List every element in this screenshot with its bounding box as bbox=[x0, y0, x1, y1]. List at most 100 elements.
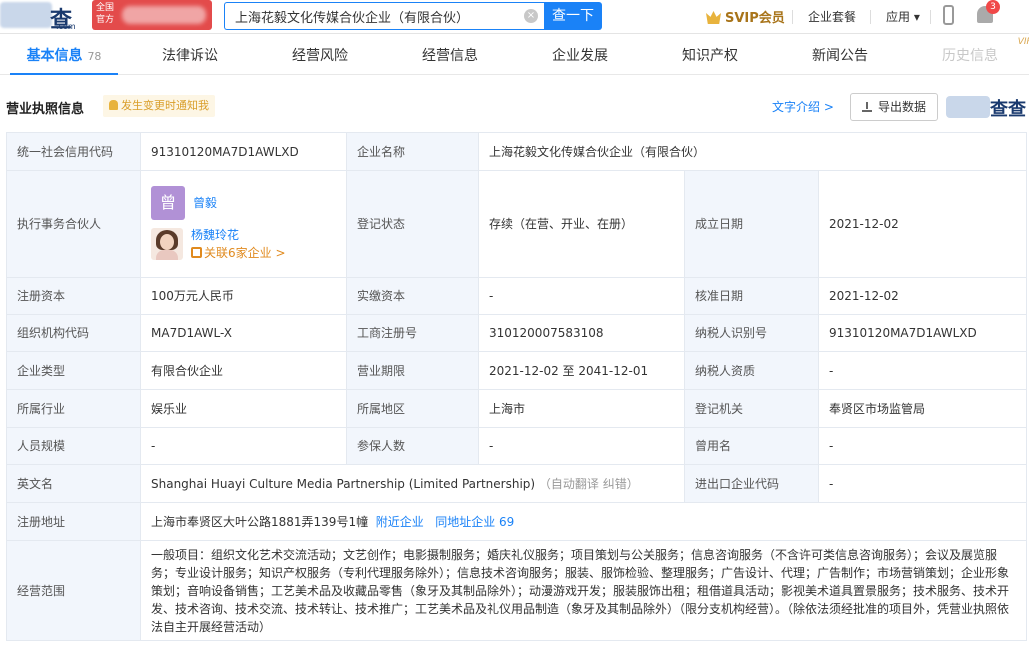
value-paid-capital: - bbox=[478, 277, 685, 315]
export-button[interactable]: 导出数据 bbox=[850, 93, 938, 121]
search-box[interactable]: × bbox=[224, 2, 544, 30]
partner-2[interactable]: 杨魏玲花 关联6家企业 > bbox=[151, 224, 336, 264]
english-name-cell: Shanghai Huayi Culture Media Partnership… bbox=[140, 464, 685, 503]
value-authority: 奉贤区市场监管局 bbox=[817, 389, 1028, 428]
tab-label: 基本信息 bbox=[26, 48, 83, 64]
value-capital: 100万元人民币 bbox=[140, 277, 347, 315]
phone-icon[interactable] bbox=[943, 5, 954, 25]
watermark: 查查 bbox=[946, 92, 1026, 122]
crown-icon bbox=[706, 11, 721, 24]
value-staff: - bbox=[140, 427, 347, 465]
search-button[interactable]: 查一下 bbox=[544, 2, 602, 30]
tab-basic-info[interactable]: 基本信息 78 bbox=[10, 35, 118, 75]
nav-enterprise-package[interactable]: 企业套餐 bbox=[808, 8, 856, 25]
value-tax-quali: - bbox=[817, 351, 1028, 390]
section-title: 营业执照信息 bbox=[6, 102, 85, 117]
nav-apps[interactable]: 应用 ▾ bbox=[886, 8, 920, 25]
table-row: 执行事务合伙人 曾 曾毅 杨魏玲花 关联6家企业 > 登记状态 存续（在营、开业… bbox=[6, 170, 1028, 278]
same-address-link[interactable]: 同地址企业 69 bbox=[435, 515, 514, 529]
table-row: 注册资本 100万元人民币 实缴资本 - 核准日期 2021-12-02 bbox=[6, 277, 1028, 315]
label-staff: 人员规模 bbox=[6, 427, 141, 465]
tab-history[interactable]: 历史信息 VIP bbox=[920, 35, 1029, 75]
value-former-name: - bbox=[817, 427, 1028, 465]
blurred-badge-content bbox=[122, 6, 206, 24]
table-row: 企业类型 有限合伙企业 营业期限 2021-12-02 至 2041-12-01… bbox=[6, 351, 1028, 390]
value-company-name: 上海花毅文化传媒合伙企业（有限合伙） bbox=[477, 132, 1028, 171]
label-company-name: 企业名称 bbox=[346, 132, 479, 171]
official-badge[interactable]: 全国 官方 bbox=[92, 0, 212, 30]
vip-tag: VIP bbox=[1017, 37, 1029, 47]
table-row: 组织机构代码 MA7D1AWL-X 工商注册号 310120007583108 … bbox=[6, 314, 1028, 352]
value-ie-code: - bbox=[817, 464, 1028, 503]
value-credit-code: 91310120MA7D1AWLXD bbox=[140, 132, 347, 171]
divider bbox=[792, 10, 793, 24]
logo[interactable]: 查查 .com bbox=[0, 0, 92, 65]
tab-count: 78 bbox=[87, 50, 102, 63]
table-row: 英文名 Shanghai Huayi Culture Media Partner… bbox=[6, 464, 1028, 503]
label-former-name: 曾用名 bbox=[684, 427, 819, 465]
text-intro-link[interactable]: 文字介绍 > bbox=[772, 98, 834, 115]
label-type: 企业类型 bbox=[6, 351, 141, 390]
partner-1[interactable]: 曾 曾毅 bbox=[151, 184, 336, 222]
tab-bar: 基本信息 78 法律诉讼 经营风险 经营信息 企业发展 知识产权 新闻公告 历史… bbox=[0, 35, 1029, 75]
label-industry: 所属行业 bbox=[6, 389, 141, 428]
tab-label: 历史信息 bbox=[942, 48, 998, 64]
address-cell: 上海市奉贤区大叶公路1881弄139号1幢 附近企业 同地址企业 69 bbox=[139, 502, 1028, 541]
label-partner: 执行事务合伙人 bbox=[6, 170, 141, 278]
partner-name[interactable]: 杨魏玲花 bbox=[191, 226, 286, 244]
search-input[interactable] bbox=[225, 3, 515, 29]
label-taxpayer-no: 纳税人识别号 bbox=[684, 314, 819, 352]
tab-news[interactable]: 新闻公告 bbox=[790, 35, 890, 75]
label-reg-no: 工商注册号 bbox=[346, 314, 479, 352]
notify-label: 发生变更时通知我 bbox=[121, 99, 209, 112]
logo-sub: .com bbox=[56, 22, 76, 31]
partner-cell: 曾 曾毅 杨魏玲花 关联6家企业 > bbox=[140, 170, 347, 278]
partner-name[interactable]: 曾毅 bbox=[193, 194, 217, 212]
tab-legal[interactable]: 法律诉讼 bbox=[140, 35, 240, 75]
label-paid-capital: 实缴资本 bbox=[346, 277, 479, 315]
label-english-name: 英文名 bbox=[6, 464, 141, 503]
value-found-date: 2021-12-02 bbox=[817, 170, 1028, 278]
value-industry: 娱乐业 bbox=[140, 389, 347, 428]
value-term: 2021-12-02 至 2041-12-01 bbox=[478, 351, 685, 390]
table-row: 经营范围 一般项目：组织文化艺术交流活动；文艺创作；电影摄制服务；婚庆礼仪服务；… bbox=[6, 540, 1028, 641]
notify-button[interactable]: 发生变更时通知我 bbox=[103, 95, 215, 117]
value-insured: - bbox=[478, 427, 685, 465]
value-taxpayer-no: 91310120MA7D1AWLXD bbox=[817, 314, 1028, 352]
tab-development[interactable]: 企业发展 bbox=[530, 35, 630, 75]
label-region: 所属地区 bbox=[346, 389, 479, 428]
tab-business[interactable]: 经营信息 bbox=[400, 35, 500, 75]
watermark-blur bbox=[946, 96, 990, 118]
value-address: 上海市奉贤区大叶公路1881弄139号1幢 bbox=[151, 514, 369, 529]
label-address: 注册地址 bbox=[6, 502, 141, 541]
value-org-code: MA7D1AWL-X bbox=[140, 314, 347, 352]
download-icon bbox=[861, 102, 872, 112]
partner-avatar: 曾 bbox=[151, 186, 185, 220]
translate-correct-link[interactable]: （自动翻译 纠错） bbox=[539, 477, 639, 491]
related-companies-link[interactable]: 关联6家企业 > bbox=[191, 244, 286, 262]
label-ie-code: 进出口企业代码 bbox=[684, 464, 819, 503]
top-bar: 查查 .com 全国 官方 × 查一下 SVIP会员 企业套餐 应用 ▾ 3 bbox=[0, 0, 1029, 65]
nearby-companies-link[interactable]: 附近企业 bbox=[376, 515, 424, 529]
label-authority: 登记机关 bbox=[684, 389, 819, 428]
table-row: 所属行业 娱乐业 所属地区 上海市 登记机关 奉贤区市场监管局 bbox=[6, 389, 1028, 428]
svip-label: SVIP会员 bbox=[725, 11, 785, 26]
value-business-scope: 一般项目：组织文化艺术交流活动；文艺创作；电影摄制服务；婚庆礼仪服务；项目策划与… bbox=[139, 540, 1028, 641]
label-credit-code: 统一社会信用代码 bbox=[6, 132, 141, 171]
table-row: 统一社会信用代码 91310120MA7D1AWLXD 企业名称 上海花毅文化传… bbox=[6, 132, 1028, 171]
clear-icon[interactable]: × bbox=[524, 9, 538, 23]
label-approve-date: 核准日期 bbox=[684, 277, 819, 315]
table-row: 人员规模 - 参保人数 - 曾用名 - bbox=[6, 427, 1028, 465]
value-reg-no: 310120007583108 bbox=[478, 314, 685, 352]
value-status: 存续（在营、开业、在册） bbox=[478, 170, 685, 278]
watermark-text: 查查 bbox=[990, 99, 1026, 120]
avatar bbox=[151, 228, 183, 260]
bell-icon bbox=[109, 100, 118, 110]
tab-ip[interactable]: 知识产权 bbox=[660, 35, 760, 75]
tab-risk[interactable]: 经营风险 bbox=[270, 35, 370, 75]
svip-link[interactable]: SVIP会员 bbox=[706, 7, 785, 26]
notification-count: 3 bbox=[986, 0, 1000, 14]
label-capital: 注册资本 bbox=[6, 277, 141, 315]
related-label: 关联6家企业 > bbox=[204, 246, 286, 260]
value-type: 有限合伙企业 bbox=[140, 351, 347, 390]
